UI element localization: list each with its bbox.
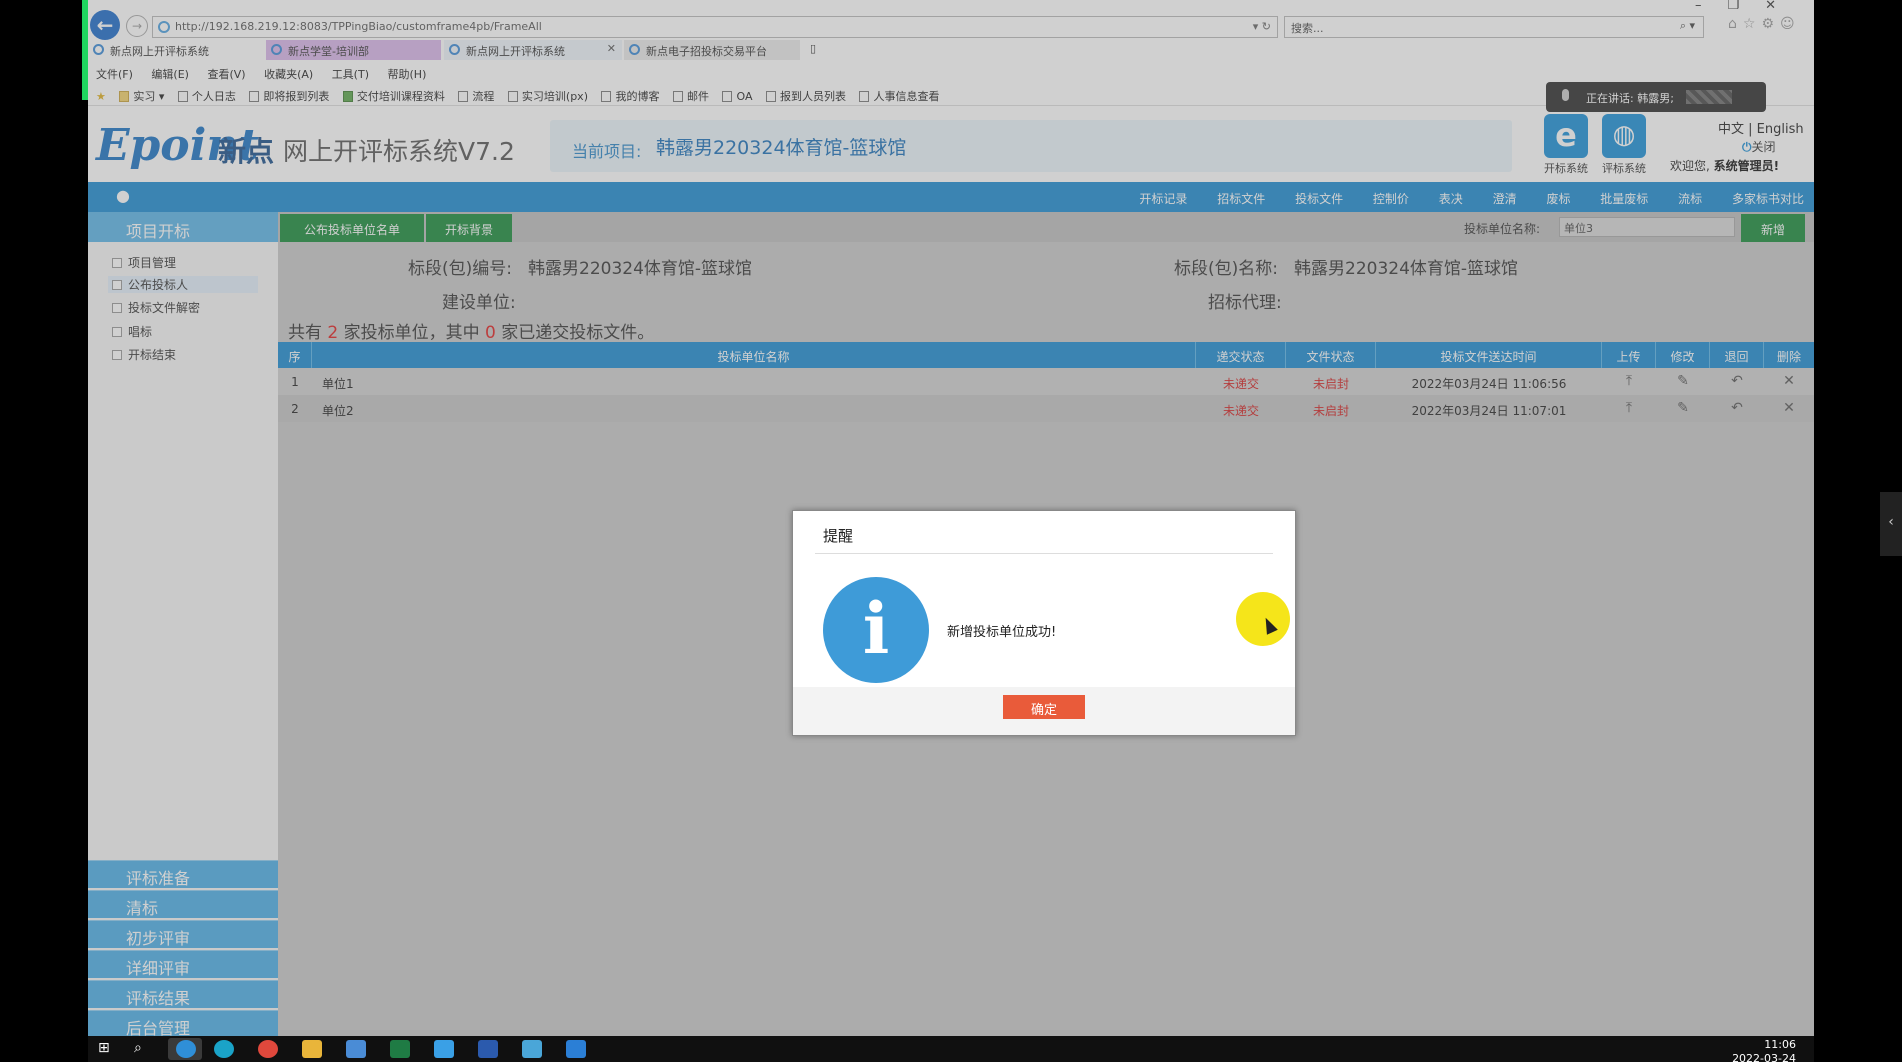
screen: ← → http://192.168.219.12:8083/TPPingBia… <box>0 0 1902 1062</box>
browser-window: ← → http://192.168.219.12:8083/TPPingBia… <box>88 0 1814 1062</box>
collapse-arrow-icon[interactable]: ‹ <box>1880 492 1902 556</box>
windows-start-icon[interactable]: ⊞ <box>98 1040 118 1058</box>
info-icon: i <box>823 577 929 683</box>
excel-icon[interactable] <box>390 1040 410 1058</box>
dialog-title: 提醒 <box>823 527 854 545</box>
word-icon[interactable] <box>478 1040 498 1058</box>
chrome-icon[interactable] <box>258 1040 278 1058</box>
edge-icon[interactable] <box>214 1040 234 1058</box>
clock-time: 11:06 <box>1764 1038 1796 1051</box>
taskbar: ⊞ ⌕ 11:06 2022-03-24 <box>88 1036 1814 1062</box>
dialog-divider <box>815 553 1273 554</box>
ok-button[interactable]: 确定 <box>1003 695 1085 719</box>
folder-icon[interactable] <box>302 1040 322 1058</box>
alert-dialog: 提醒 i 新增投标单位成功! 确定 <box>792 510 1296 736</box>
search-icon[interactable]: ⌕ <box>134 1040 154 1058</box>
dialog-footer: 确定 <box>793 687 1295 735</box>
dialog-message: 新增投标单位成功! <box>947 625 1057 640</box>
vscode-icon[interactable] <box>566 1040 586 1058</box>
clock-date: 2022-03-24 <box>1732 1052 1796 1062</box>
clock[interactable]: 11:06 2022-03-24 <box>1732 1038 1796 1062</box>
store-icon[interactable] <box>346 1040 366 1058</box>
app-icon[interactable] <box>522 1040 542 1058</box>
photos-icon[interactable] <box>434 1040 454 1058</box>
ie-icon <box>176 1040 196 1058</box>
